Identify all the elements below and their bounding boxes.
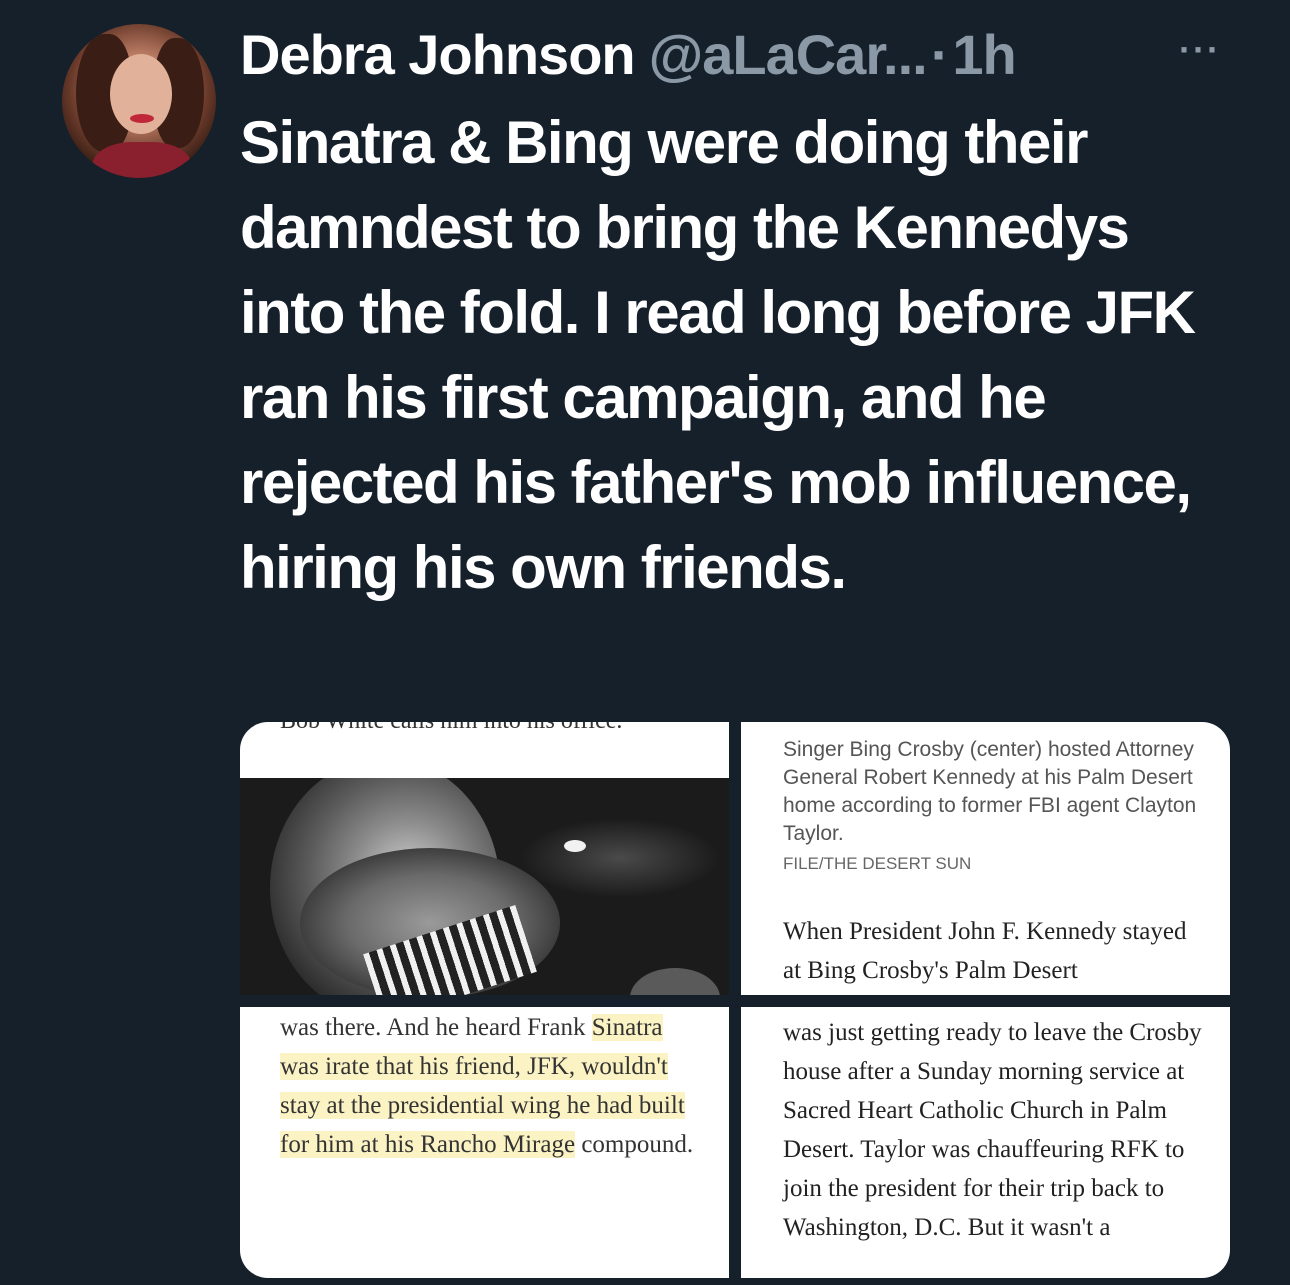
media-image-2[interactable]: Singer Bing Crosby (center) hosted Attor… — [741, 722, 1230, 995]
photo-credit: FILE/THE DESERT SUN — [783, 854, 972, 873]
avatar-body — [92, 142, 192, 178]
tweet-text: Sinatra & Bing were doing their damndest… — [240, 109, 1196, 601]
photo-glow — [520, 818, 720, 898]
timestamp[interactable]: 1h — [952, 22, 1016, 87]
article-text: When President John F. Kennedy stayed at… — [783, 918, 1187, 984]
avatar-lips — [130, 114, 154, 123]
article-text: was there. And he heard Frank Sinatra wa… — [280, 1008, 700, 1164]
article-text: was just getting ready to leave the Cros… — [783, 1019, 1202, 1241]
cut-off-text: Bob White calls him into his office. — [280, 722, 622, 735]
article-line: compound. — [581, 1131, 694, 1158]
avatar[interactable] — [62, 24, 216, 178]
headdress-photo — [240, 778, 729, 995]
article-line: was there. And he heard Frank — [280, 1014, 586, 1041]
media-grid[interactable]: Bob White calls him into his office. Sin… — [240, 722, 1230, 1278]
photo-light-spot — [564, 840, 586, 852]
media-image-3[interactable]: was there. And he heard Frank Sinatra wa… — [240, 1007, 729, 1278]
photo-caption: Singer Bing Crosby (center) hosted Attor… — [783, 738, 1197, 845]
tweet: Debra Johnson @aLaCar... · 1h ··· Sinatr… — [0, 0, 1290, 1285]
media-image-4[interactable]: was just getting ready to leave the Cros… — [741, 1007, 1230, 1278]
tweet-header: Debra Johnson @aLaCar... · 1h — [240, 22, 1017, 87]
photo-person — [630, 968, 720, 995]
author-name[interactable]: Debra Johnson — [240, 22, 636, 87]
media-image-1[interactable]: Bob White calls him into his office. — [240, 722, 729, 995]
more-options-icon[interactable]: ··· — [1172, 30, 1228, 70]
separator: · — [930, 22, 950, 86]
author-handle[interactable]: @aLaCar... — [649, 22, 928, 87]
